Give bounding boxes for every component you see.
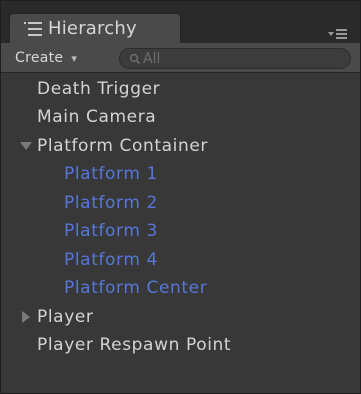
item-label: Player <box>37 307 94 327</box>
item-label: Platform Center <box>64 278 208 298</box>
search-field[interactable] <box>119 48 351 69</box>
tab-title: Hierarchy <box>48 18 137 39</box>
item-label: Platform 4 <box>64 250 158 270</box>
item-label: Platform 1 <box>64 164 158 184</box>
create-button[interactable]: Create ▾ <box>15 48 77 68</box>
hierarchy-tree: Death Trigger Main Camera Platform Conta… <box>1 75 360 393</box>
triangle-right-icon[interactable] <box>20 311 32 323</box>
item-label: Platform 3 <box>64 221 158 241</box>
hierarchy-item-player-respawn-point[interactable]: Player Respawn Point <box>1 331 360 359</box>
item-label: Platform Container <box>37 136 208 156</box>
hierarchy-item-platform-container[interactable]: Platform Container <box>1 132 360 160</box>
hierarchy-item-death-trigger[interactable]: Death Trigger <box>1 75 360 103</box>
hierarchy-toolbar: Create ▾ <box>1 43 360 73</box>
search-input[interactable] <box>143 50 323 67</box>
panel-menu-icon[interactable] <box>326 27 348 41</box>
item-label: Platform 2 <box>64 193 158 213</box>
hierarchy-item-platform-1[interactable]: Platform 1 <box>1 160 360 188</box>
hierarchy-item-platform-3[interactable]: Platform 3 <box>1 217 360 245</box>
hierarchy-item-main-camera[interactable]: Main Camera <box>1 103 360 131</box>
create-label: Create <box>15 50 64 66</box>
list-icon <box>24 21 42 37</box>
hierarchy-item-platform-4[interactable]: Platform 4 <box>1 246 360 274</box>
tab-strip: Hierarchy <box>1 1 360 43</box>
item-label: Player Respawn Point <box>37 335 232 355</box>
hierarchy-item-platform-center[interactable]: Platform Center <box>1 274 360 302</box>
hierarchy-item-platform-2[interactable]: Platform 2 <box>1 189 360 217</box>
search-icon <box>129 53 141 65</box>
hierarchy-item-player[interactable]: Player <box>1 303 360 331</box>
hierarchy-window: Hierarchy Create ▾ All Death Trigger Mai… <box>0 0 361 394</box>
triangle-down-icon[interactable] <box>20 140 32 152</box>
chevron-down-icon: ▾ <box>71 51 78 65</box>
item-label: Main Camera <box>37 107 157 127</box>
tab-hierarchy[interactable]: Hierarchy <box>9 13 181 43</box>
item-label: Death Trigger <box>37 79 161 99</box>
